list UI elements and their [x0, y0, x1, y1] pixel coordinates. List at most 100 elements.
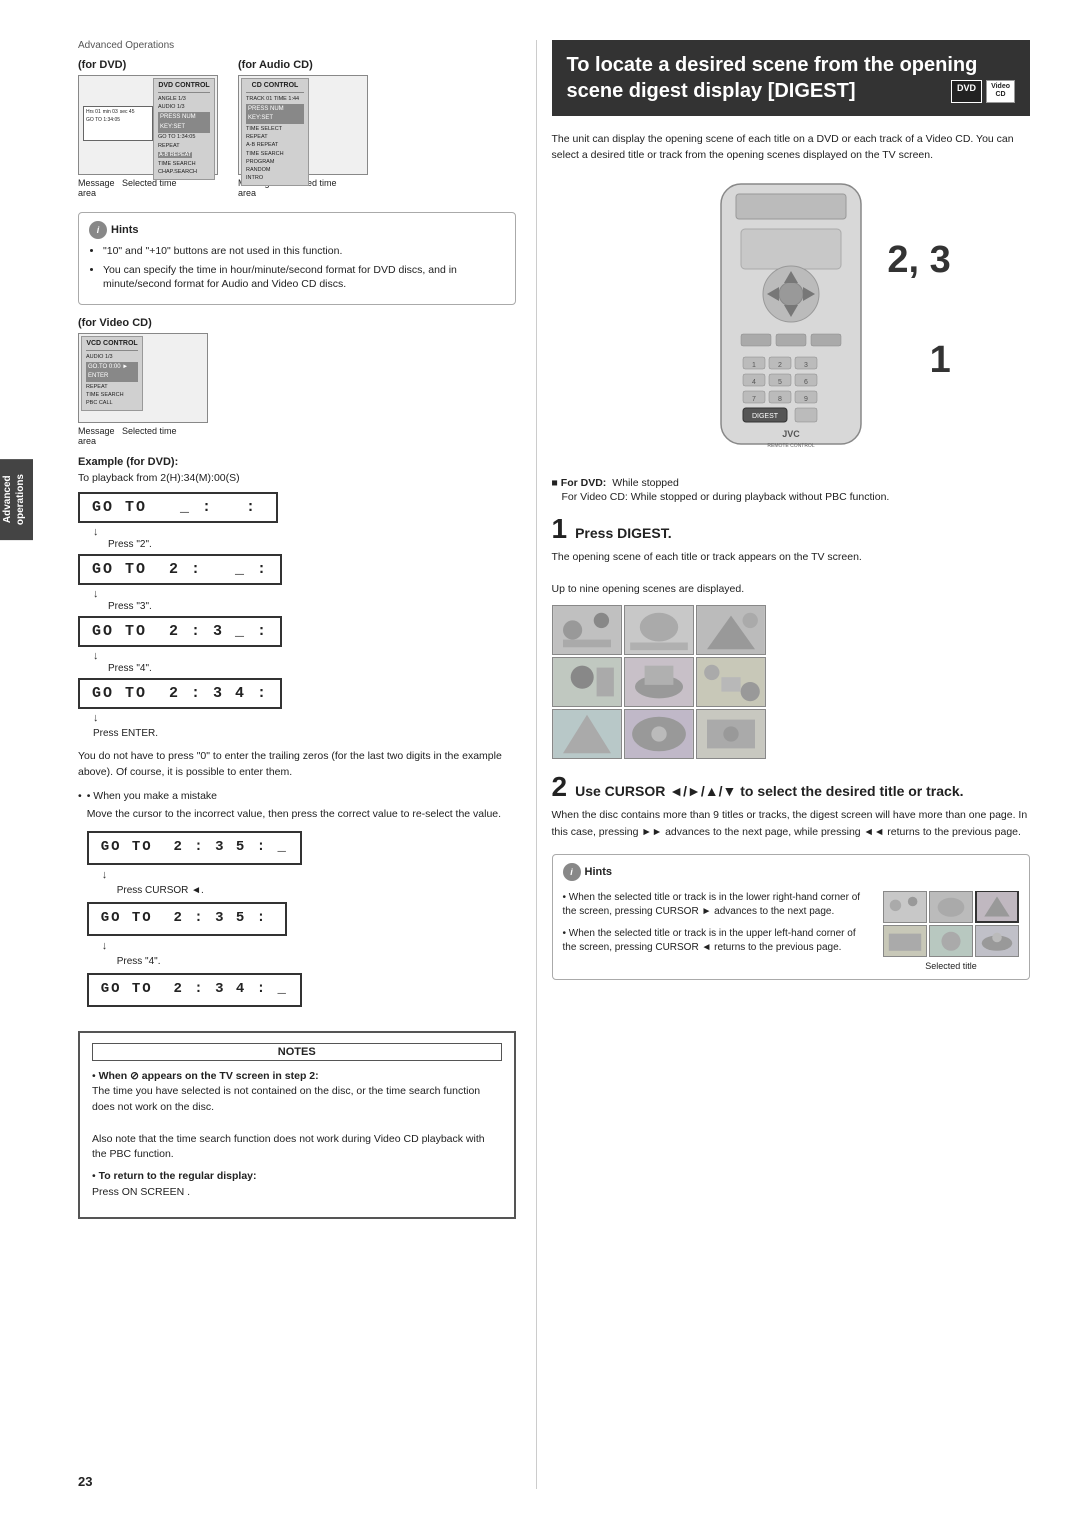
remote-container: DIGEST JVC REMOTE CONTROL 1 2 3 4 5 6 7 …	[552, 179, 1030, 462]
hints-list: "10" and "+10" buttons are not used in t…	[89, 244, 505, 292]
mistake-label: • When you make a mistake	[87, 789, 501, 804]
hints-icon: i	[89, 221, 107, 239]
svg-text:5: 5	[778, 379, 782, 386]
right-hints-icon: i	[563, 863, 581, 881]
mistake-goto-2: GO TO 2 : 3 5 :	[87, 902, 287, 936]
right-hint-1: When the selected title or track is in t…	[563, 891, 869, 919]
selected-grid	[883, 891, 1019, 957]
audio-cd-label: (for Audio CD)	[238, 59, 313, 71]
svg-text:JVC: JVC	[782, 429, 800, 439]
goto-box-4: GO TO 2 : 3 4 :	[78, 678, 282, 709]
svg-text:7: 7	[752, 396, 756, 403]
right-hints-text: When the selected title or track is in t…	[563, 891, 869, 971]
goto-box-1: GO TO _ : :	[78, 492, 278, 523]
svg-text:4: 4	[752, 379, 756, 386]
right-intro: The unit can display the opening scene o…	[552, 131, 1030, 164]
selected-title-block: Selected title	[883, 891, 1019, 971]
hint-item-2: You can specify the time in hour/minute/…	[103, 263, 505, 292]
svg-text:6: 6	[804, 379, 808, 386]
sel-cell-3-highlight	[975, 891, 1019, 923]
sidebar-tab: Advancedoperations	[0, 420, 28, 580]
diagrams-row: (for DVD) Hrs 01 min 03 sec 45 GO TO 1:3…	[78, 59, 516, 198]
right-hint-2: When the selected title or track is in t…	[563, 927, 869, 955]
step-2-num: 2	[552, 773, 568, 801]
hints-title: i Hints	[89, 221, 505, 239]
digest-cell-9	[696, 709, 766, 759]
digest-cell-7	[552, 709, 622, 759]
badge-dvd: DVD	[951, 80, 982, 103]
sel-cell-1	[883, 891, 927, 923]
example-subtitle: To playback from 2(H):34(M):00(S)	[78, 472, 516, 484]
badge-video-cd: VideoCD	[986, 80, 1015, 103]
svg-text:9: 9	[804, 396, 808, 403]
digest-cell-2	[624, 605, 694, 655]
vcd-label: (for Video CD)	[78, 317, 152, 329]
svg-text:REMOTE CONTROL: REMOTE CONTROL	[767, 443, 814, 449]
svg-text:8: 8	[778, 396, 782, 403]
goto-box-3: GO TO 2 : 3 _ :	[78, 616, 282, 647]
digest-cell-5	[624, 657, 694, 707]
remote-svg: DIGEST JVC REMOTE CONTROL 1 2 3 4 5 6 7 …	[691, 179, 891, 462]
press-4b: Press "4".	[117, 955, 161, 969]
mistake-body: Move the cursor to the incorrect value, …	[87, 807, 501, 823]
step-2-title: Use CURSOR ◄/►/▲/▼ to select the desired…	[575, 782, 963, 800]
dvd-control-panel: DVD CONTROL ANGLE 1/3 AUDIO 1/3 PRESS NU…	[153, 78, 215, 180]
selected-title-label: Selected title	[925, 961, 977, 971]
dvd-panel-title: DVD CONTROL	[158, 81, 210, 93]
notes-list: When ⊘ appears on the TV screen in step …	[92, 1069, 502, 1201]
press-2: Press "2".	[108, 539, 152, 550]
vcd-caption: Message Selected timearea	[78, 426, 177, 446]
hints-box: i Hints "10" and "+10" buttons are not u…	[78, 212, 516, 305]
note-item-2: To return to the regular display: Press …	[92, 1169, 502, 1201]
hint-item-1: "10" and "+10" buttons are not used in t…	[103, 244, 505, 259]
left-column: Advanced Operations (for DVD) Hrs 01 min…	[78, 40, 536, 1489]
vcd-control-img: VCD CONTROL AUDIO 1/3 GO.TO 0:00 ► ENTER…	[78, 333, 208, 423]
cd-control-img: CD CONTROL TRACK 01 TIME 1:44 PRESS NUM …	[238, 75, 368, 175]
right-column: To locate a desired scene from the openi…	[536, 40, 1030, 1489]
sel-cell-2	[929, 891, 973, 923]
press-4: Press "4".	[108, 663, 152, 674]
right-hints-box: i Hints When the selected title or track…	[552, 854, 1030, 980]
page-number: 23	[78, 1474, 92, 1489]
mistake-section: • • When you make a mistake Move the cur…	[78, 789, 516, 1019]
dvd-screen-display: Hrs 01 min 03 sec 45 GO TO 1:34:05	[83, 106, 153, 141]
svg-text:3: 3	[804, 362, 808, 369]
right-hints-title: i Hints	[563, 863, 1019, 881]
sel-cell-4	[883, 925, 927, 957]
step-1-body: The opening scene of each title or track…	[552, 549, 1030, 598]
press-3: Press "3".	[108, 601, 152, 612]
vcd-control-panel: VCD CONTROL AUDIO 1/3 GO.TO 0:00 ► ENTER…	[81, 336, 143, 411]
press-enter: Press ENTER.	[93, 728, 158, 739]
dvd-control-img: Hrs 01 min 03 sec 45 GO TO 1:34:05 DVD C…	[78, 75, 218, 175]
sidebar-tab-label: Advancedoperations	[0, 459, 33, 540]
note-item-1: When ⊘ appears on the TV screen in step …	[92, 1069, 502, 1164]
step-2-body: When the disc contains more than 9 title…	[552, 807, 1030, 840]
goto-box-2: GO TO 2 : _ :	[78, 554, 282, 585]
step-2-block: 2 Use CURSOR ◄/►/▲/▼ to select the desir…	[552, 773, 1030, 840]
digest-grid	[552, 605, 1030, 759]
sel-cell-6	[975, 925, 1019, 957]
remote-illustration: DIGEST JVC REMOTE CONTROL 1 2 3 4 5 6 7 …	[691, 179, 891, 459]
trailing-zeros-text: You do not have to press "0" to enter th…	[78, 749, 516, 781]
dvd-diagram-label: (for DVD)	[78, 59, 126, 71]
notes-box: NOTES When ⊘ appears on the TV screen in…	[78, 1031, 516, 1219]
section-label: Advanced Operations	[78, 40, 516, 51]
digest-cell-4	[552, 657, 622, 707]
step-1-num: 1	[552, 515, 568, 543]
notes-title: NOTES	[92, 1043, 502, 1061]
video-cd-diagram: (for Video CD) VCD CONTROL AUDIO 1/3 GO.…	[78, 317, 208, 446]
press-cursor: Press CURSOR ◄.	[117, 884, 204, 898]
mistake-goto-3: GO TO 2 : 3 4 : _	[87, 973, 302, 1007]
digest-cell-6	[696, 657, 766, 707]
dvd-caption: Message Selected timearea	[78, 178, 177, 198]
step-1-title: Press DIGEST.	[575, 524, 672, 542]
mistake-goto-1: GO TO 2 : 3 5 : _	[87, 831, 302, 865]
digest-cell-1	[552, 605, 622, 655]
digest-cell-8	[624, 709, 694, 759]
dvd-note: ■ For DVD: While stopped For Video CD: W…	[552, 477, 1030, 503]
step-2-3-overlay: 2, 3	[887, 239, 950, 282]
svg-text:2: 2	[778, 362, 782, 369]
svg-text:1: 1	[752, 362, 756, 369]
cd-control-panel: CD CONTROL TRACK 01 TIME 1:44 PRESS NUM …	[241, 78, 309, 186]
example-label: Example (for DVD):	[78, 456, 516, 468]
